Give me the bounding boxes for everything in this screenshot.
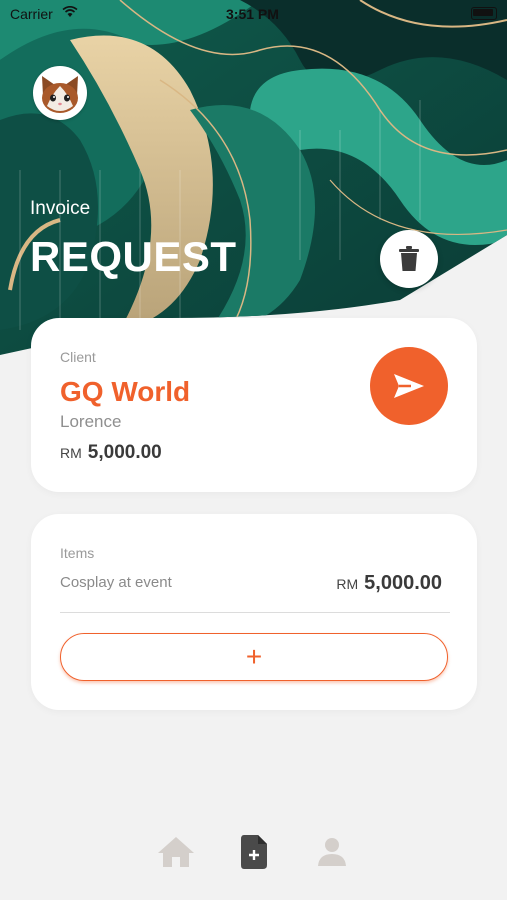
new-document-icon xyxy=(241,835,267,869)
items-card: Items Cosplay at event RM 5,000.00 + xyxy=(31,514,477,710)
avatar[interactable] xyxy=(33,66,87,120)
header-background xyxy=(0,0,507,360)
page-title: REQUEST xyxy=(30,233,237,280)
wifi-icon xyxy=(62,5,78,21)
total-amount: 5,000.00 xyxy=(87,442,162,463)
status-bar: Carrier 3:51 PM xyxy=(0,0,507,28)
item-amount: 5,000.00 xyxy=(364,572,442,594)
client-name: GQ World xyxy=(60,376,191,407)
item-price: RM 5,000.00 xyxy=(336,572,442,595)
items-label: Items xyxy=(60,545,95,561)
client-total: RM 5,000.00 xyxy=(60,442,162,464)
currency-label: RM xyxy=(60,445,82,461)
add-item-button[interactable]: + xyxy=(60,633,448,681)
cat-avatar-icon xyxy=(42,76,78,113)
clock: 3:51 PM xyxy=(226,6,279,22)
client-label: Client xyxy=(60,349,96,365)
divider xyxy=(60,612,450,613)
page-subtitle: Invoice xyxy=(30,198,91,219)
home-icon xyxy=(158,837,194,867)
send-icon xyxy=(394,374,424,398)
client-card: Client GQ World Lorence RM 5,000.00 xyxy=(31,318,477,492)
item-description: Cosplay at event xyxy=(60,574,172,591)
nav-new-invoice[interactable] xyxy=(234,832,274,872)
list-item[interactable]: Cosplay at event RM 5,000.00 xyxy=(60,572,442,598)
send-button[interactable] xyxy=(370,347,448,425)
nav-profile[interactable] xyxy=(312,832,352,872)
delete-button[interactable] xyxy=(380,230,438,288)
abstract-wave-artwork xyxy=(0,0,507,355)
carrier-label: Carrier xyxy=(10,6,53,22)
bottom-nav xyxy=(0,826,507,880)
profile-icon xyxy=(318,838,346,866)
currency-label: RM xyxy=(336,576,359,592)
nav-home[interactable] xyxy=(156,832,196,872)
battery-icon xyxy=(471,7,497,20)
trash-icon xyxy=(399,246,419,271)
client-contact: Lorence xyxy=(60,412,122,431)
